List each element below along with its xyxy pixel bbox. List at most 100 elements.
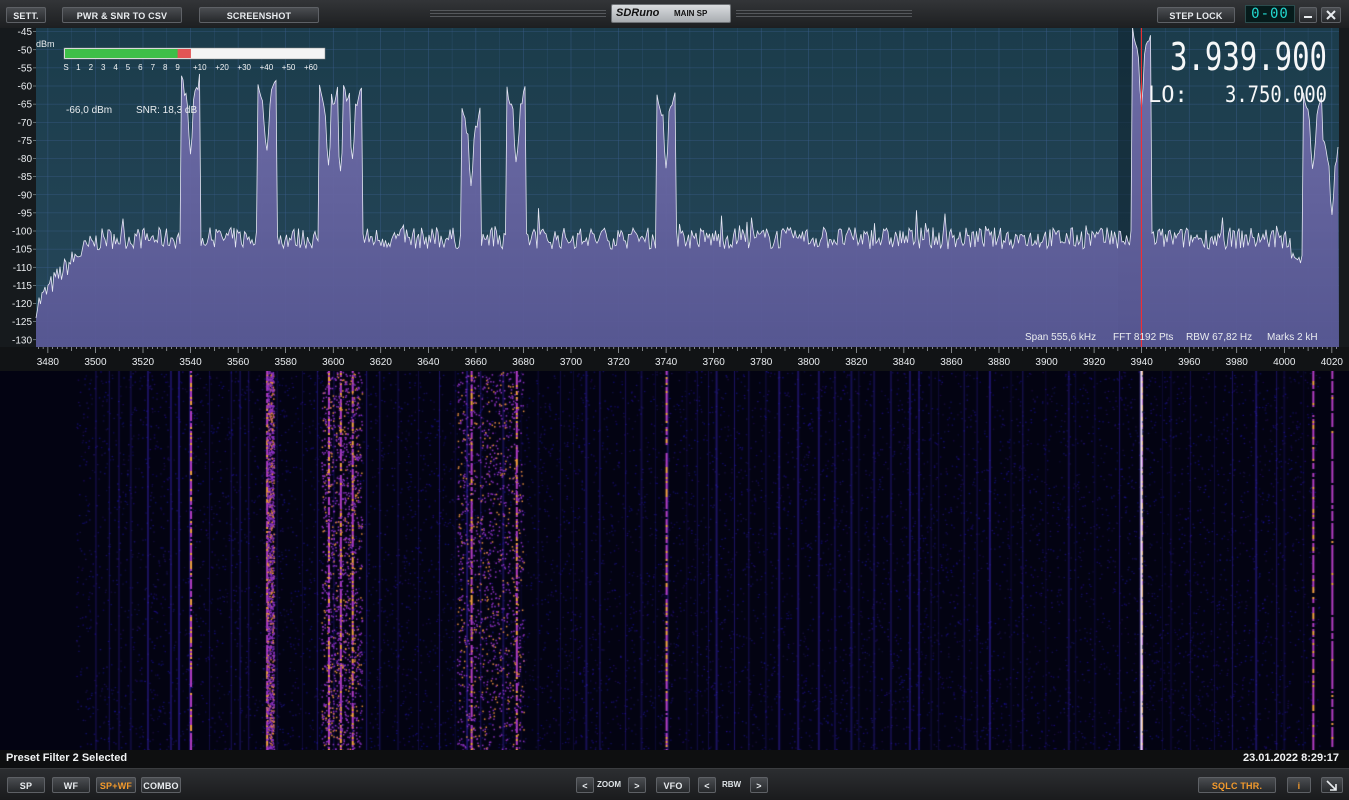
rbw-increase-button[interactable]: > — [750, 777, 768, 793]
x-tick-label: 3520 — [132, 357, 155, 368]
x-tick-label: 4000 — [1273, 357, 1296, 368]
frequency-display[interactable]: 3.939.900 — [1170, 35, 1327, 79]
x-tick-label: 3560 — [227, 357, 250, 368]
smeter-scale-label: 3 — [101, 63, 106, 72]
close-icon — [1326, 10, 1336, 20]
marks-info: Marks 2 kH — [1267, 332, 1318, 343]
smeter-scale-label: 9 — [175, 63, 180, 72]
preset-status: Preset Filter 2 Selected — [6, 752, 128, 764]
y-tick-label: -125 — [12, 317, 32, 328]
lo-frequency[interactable]: 3.750.000 — [1225, 83, 1327, 108]
zoom-out-button[interactable]: < — [576, 777, 594, 793]
x-tick-label: 3480 — [37, 357, 60, 368]
y-tick-label: -70 — [18, 118, 33, 129]
y-tick-label: -115 — [13, 281, 33, 292]
zoom-in-button[interactable]: > — [628, 777, 646, 793]
zoom-label: ZOOM — [597, 780, 621, 789]
x-tick-label: 3600 — [322, 357, 345, 368]
x-tick-label: 3500 — [84, 357, 107, 368]
smeter-scale-label: +10 — [193, 63, 207, 72]
y-tick-label: -85 — [18, 172, 33, 183]
screenshot-button[interactable]: SCREENSHOT — [199, 7, 319, 23]
title-bar: SETT. PWR & SNR TO CSV SCREENSHOT SDRuno… — [0, 0, 1349, 29]
bottom-toolbar: SP WF SP+WF COMBO < ZOOM > VFO < RBW > S… — [0, 768, 1349, 800]
x-tick-label: 3780 — [750, 357, 773, 368]
y-tick-label: -100 — [12, 227, 32, 238]
smeter-scale-label: 6 — [138, 63, 143, 72]
spectrum-display[interactable]: -45 -50 -55 -60 -65 -70 -75 -80 -85 -90 -95 -100 -10… — [0, 28, 1349, 371]
y-tick-label: -95 — [18, 208, 33, 219]
smeter-scale-label: +50 — [282, 63, 296, 72]
step-lock-button[interactable]: STEP LOCK — [1157, 7, 1235, 23]
minimize-button[interactable] — [1299, 7, 1317, 23]
waterfall-display[interactable] — [0, 371, 1349, 750]
x-tick-label: 3920 — [1083, 357, 1106, 368]
fft-info: FFT 8192 Pts — [1113, 332, 1173, 343]
smeter-scale-label: 8 — [163, 63, 168, 72]
x-tick-label: 3680 — [512, 357, 535, 368]
snr-reading: SNR: 18,3 dB — [136, 105, 197, 116]
span-info: Span 555,6 kHz — [1025, 332, 1096, 343]
smeter-scale-label: 5 — [126, 63, 131, 72]
vfo-button[interactable]: VFO — [656, 777, 690, 793]
x-tick-label: 3700 — [560, 357, 583, 368]
power-reading: -66,0 dBm — [66, 105, 112, 116]
dbm-unit-label: dBm — [36, 39, 55, 49]
settings-button[interactable]: SETT. — [6, 7, 46, 23]
smeter-scale-label: 4 — [113, 63, 118, 72]
x-tick-label: 3820 — [845, 357, 868, 368]
smeter-scale-label: +20 — [215, 63, 229, 72]
sp-wf-mode-button[interactable]: SP+WF — [96, 777, 136, 793]
sp-mode-button[interactable]: SP — [7, 777, 45, 793]
y-tick-label: -105 — [12, 245, 32, 256]
x-tick-label: 3960 — [1178, 357, 1201, 368]
x-tick-label: 3620 — [370, 357, 393, 368]
x-tick-label: 3860 — [940, 357, 963, 368]
drag-grip-right[interactable] — [736, 10, 912, 18]
pwr-snr-csv-button[interactable]: PWR & SNR TO CSV — [62, 7, 182, 23]
close-button[interactable] — [1321, 7, 1341, 23]
y-tick-label: -65 — [18, 100, 33, 111]
y-tick-label: -120 — [12, 299, 32, 310]
rbw-label: RBW — [722, 780, 742, 789]
status-bar: Preset Filter 2 Selected 23.01.2022 8:29… — [0, 750, 1349, 768]
lcd-display: 0-00 — [1245, 5, 1295, 23]
x-tick-label: 3580 — [275, 357, 298, 368]
x-tick-label: 3980 — [1226, 357, 1249, 368]
combo-mode-button[interactable]: COMBO — [141, 777, 181, 793]
x-tick-label: 3840 — [893, 357, 916, 368]
x-tick-label: 3940 — [1131, 357, 1154, 368]
datetime: 23.01.2022 8:29:17 — [1242, 752, 1339, 764]
app-name: SDRuno — [616, 7, 660, 19]
resize-button[interactable] — [1321, 777, 1343, 793]
app-logo: SDRuno MAIN SP — [611, 4, 731, 23]
sqlc-threshold-button[interactable]: SQLC THR. — [1198, 777, 1276, 793]
y-tick-label: -60 — [18, 82, 33, 93]
x-tick-label: 3660 — [465, 357, 488, 368]
x-tick-label: 4020 — [1321, 357, 1344, 368]
lo-label: LO: — [1148, 83, 1188, 108]
x-tick-label: 3740 — [655, 357, 678, 368]
rbw-info: RBW 67,82 Hz — [1186, 332, 1252, 343]
smeter-scale-label: +30 — [237, 63, 251, 72]
y-tick-label: -80 — [18, 154, 33, 165]
smeter-scale-label: 7 — [151, 63, 156, 72]
x-tick-label: 3880 — [988, 357, 1011, 368]
y-tick-label: -50 — [18, 45, 33, 56]
y-tick-label: -75 — [18, 136, 33, 147]
smeter-level-green — [65, 49, 180, 58]
smeter-scale-label: +40 — [260, 63, 274, 72]
y-tick-label: -90 — [18, 190, 33, 201]
y-tick-label: -110 — [13, 263, 33, 274]
info-button[interactable]: i — [1287, 777, 1311, 793]
wf-mode-button[interactable]: WF — [52, 777, 90, 793]
x-tick-label: 3760 — [703, 357, 726, 368]
window-title: MAIN SP — [674, 9, 708, 18]
x-tick-label: 3900 — [1035, 357, 1058, 368]
rbw-decrease-button[interactable]: < — [698, 777, 716, 793]
x-tick-label: 3720 — [607, 357, 630, 368]
y-tick-label: -45 — [18, 28, 33, 38]
smeter-scale-label: S — [63, 63, 68, 72]
y-tick-label: -130 — [12, 335, 32, 346]
drag-grip-left[interactable] — [430, 10, 606, 18]
